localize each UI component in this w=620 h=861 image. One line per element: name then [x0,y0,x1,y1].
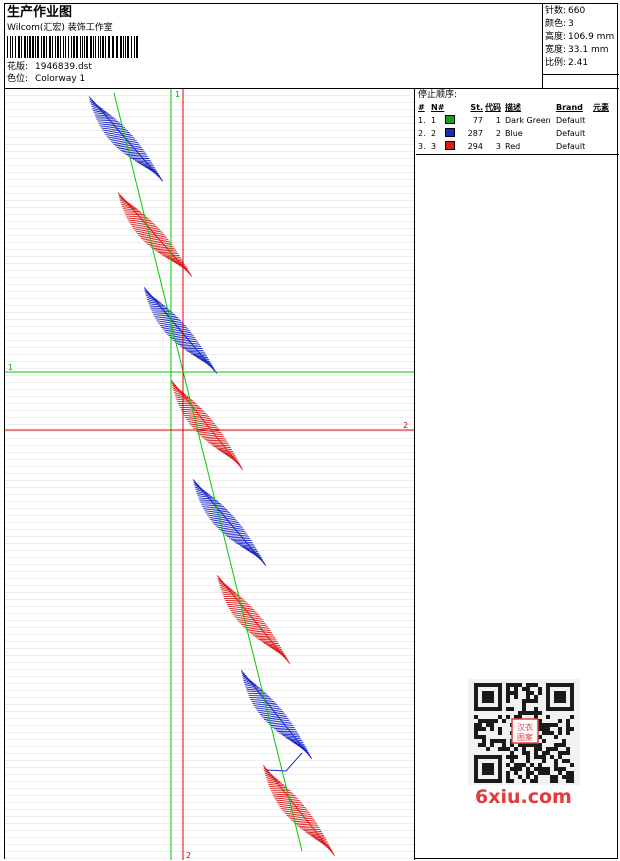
row-element [590,114,614,127]
col-description: 描述 [505,103,521,112]
stat-colors-label: 颜色: [545,19,567,29]
stat-height-value: 106.9 mm [568,32,615,42]
row-number: 2 [431,129,437,138]
row-description: Dark Green [505,116,551,125]
svg-text:图案: 图案 [517,732,533,742]
row-stitches: 294 [467,142,483,151]
header-info: 生产作业图 Wilcom(汇宏) 装饰工作室 花版: 1946839.dst 色… [7,5,537,89]
color-swatch [445,128,455,137]
table-row: 3. 3 294 3 Red Default [416,140,619,153]
leaf-stem [220,579,287,660]
leaf-stem [147,291,214,370]
design-canvas: 1 2 1 2 [5,89,415,860]
stat-scale-label: 比例: [545,58,567,68]
stat-width-value: 33.1 mm [568,45,609,55]
row-stitches: 77 [472,116,483,125]
guide-horizontal-1-label: 1 [8,363,13,372]
row-code: 1 [495,116,501,125]
row-brand: Default [556,142,586,151]
table-header: # N# St. 代码 描述 Brand 元素 [416,101,619,114]
row-swatch [445,140,461,153]
guide-vertical-2-label: 2 [186,851,191,860]
jump-stitch-line [266,752,303,772]
table-row: 2. 2 287 2 Blue Default [416,127,619,140]
design-label: 花版: [7,62,29,72]
color-swatch [445,141,455,150]
stats-divider [543,74,619,75]
col-index: # [418,103,425,112]
colorway-value: Colorway 1 [35,74,86,84]
row-swatch [445,114,461,127]
row-brand: Default [556,116,586,125]
table-row: 1. 1 77 1 Dark Green Default [416,114,619,127]
stat-height-label: 高度: [545,32,567,42]
stat-width-label: 宽度: [545,45,567,55]
stat-width: 宽度: 33.1 mm [545,44,617,57]
row-index: 1. [418,116,426,125]
leaf-stem [244,674,309,755]
row-code: 2 [495,129,501,138]
design-file-value: 1946839.dst [35,62,92,72]
col-number: N# [431,103,445,112]
stat-stitches: 针数: 660 [545,5,617,18]
stat-stitches-value: 660 [568,6,586,16]
row-code: 3 [495,142,501,151]
row-element [590,140,614,153]
col-element: 元素 [593,103,609,112]
stat-colors-value: 3 [568,19,574,29]
stat-scale: 比例: 2.41 [545,57,617,70]
embroidery-preview: 1 2 1 2 [5,89,414,860]
row-element [590,127,614,140]
row-number: 1 [431,116,437,125]
guide-vertical-1-label: 1 [175,90,180,99]
stitch-layer [88,96,336,856]
company-name: Wilcom(汇宏) 装饰工作室 [7,23,113,33]
leaf-stem [92,100,160,178]
stop-sequence-title: 停止顺序: [418,90,458,100]
colorway-row: 色位: Colorway 1 [7,73,537,85]
stat-scale-value: 2.41 [568,58,589,68]
row-number: 3 [431,142,437,151]
row-swatch [445,127,461,140]
colorway-label: 色位: [7,74,29,84]
col-stitches: St. [470,103,483,112]
row-stitches: 287 [467,129,483,138]
guide-horizontal-2-label: 2 [403,421,408,430]
leaf-stem [196,483,263,562]
col-code: 代码 [485,103,501,112]
watermark-site-text: 6xiu.com [475,786,572,808]
design-stats: 针数: 660 颜色: 3 高度: 106.9 mm 宽度: 33.1 mm 比… [542,4,619,89]
col-swatch [445,101,461,114]
page-title: 生产作业图 [7,5,73,20]
svg-text:汉衣: 汉衣 [517,722,533,732]
design-file-row: 花版: 1946839.dst [7,61,537,73]
col-brand: Brand [556,103,583,112]
stat-height: 高度: 106.9 mm [545,31,617,44]
row-index: 2. [418,129,426,138]
row-brand: Default [556,129,586,138]
leaf-stem [121,196,189,273]
row-index: 3. [418,142,426,151]
color-swatch [445,115,455,124]
row-description: Blue [505,129,523,138]
row-description: Red [505,142,521,151]
stat-colors: 颜色: 3 [545,18,617,31]
stat-stitches-label: 针数: [545,6,567,16]
color-stop-table: 停止顺序: # N# St. 代码 描述 Brand 元素 1. 1 77 1 … [416,89,619,155]
qr-code-image: 汉衣 图案 [468,679,580,785]
green-connector-line [113,92,303,852]
worksheet-header: 生产作业图 Wilcom(汇宏) 装饰工作室 花版: 1946839.dst 色… [5,4,619,89]
leaf-stem [174,384,240,466]
barcode-image [7,36,138,58]
